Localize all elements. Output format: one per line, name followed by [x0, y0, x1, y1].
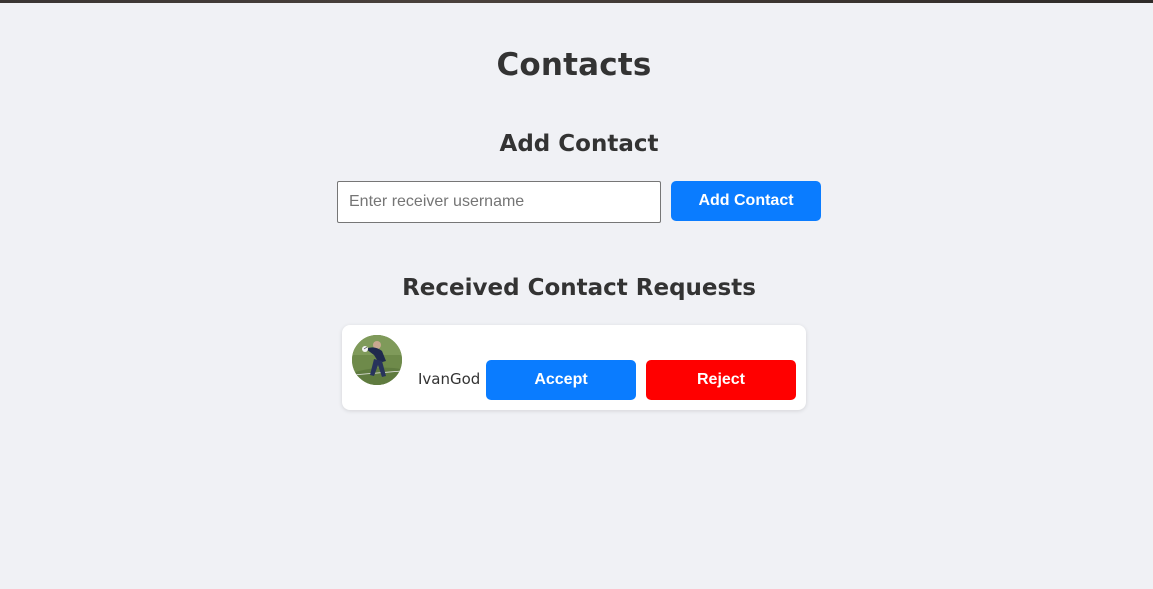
avatar-photo-icon [352, 335, 402, 385]
add-contact-button[interactable]: Add Contact [671, 181, 821, 221]
page-title: Contacts [496, 47, 652, 83]
add-contact-heading: Add Contact [499, 131, 659, 157]
received-requests-heading: Received Contact Requests [402, 275, 756, 301]
user-avatar [352, 335, 402, 385]
top-border [0, 0, 1153, 3]
accept-button[interactable]: Accept [486, 360, 636, 400]
request-username: IvanGod [418, 370, 481, 388]
receiver-username-input[interactable] [337, 181, 661, 223]
reject-button[interactable]: Reject [646, 360, 796, 400]
contact-request-card: IvanGod Accept Reject [342, 325, 806, 410]
